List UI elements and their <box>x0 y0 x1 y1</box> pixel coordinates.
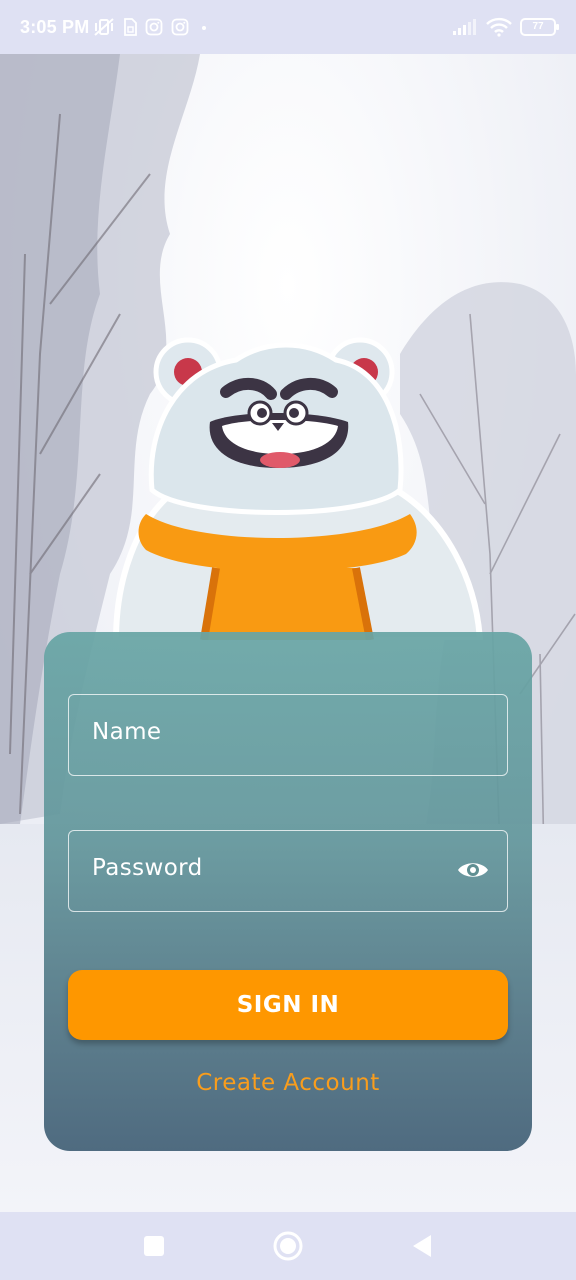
battery-icon: 77 <box>520 18 559 36</box>
battery-level: 77 <box>532 21 544 32</box>
navigation-bar <box>0 1212 576 1280</box>
recents-button[interactable] <box>114 1212 194 1280</box>
mute-vibrate-icon <box>94 18 115 36</box>
triangle-back-icon <box>413 1235 431 1257</box>
eye-icon[interactable] <box>456 857 490 883</box>
instagram-icon <box>146 18 163 36</box>
password-placeholder: Password <box>92 855 203 881</box>
status-bar: 3:05 PM 77 <box>0 0 576 54</box>
create-account-link[interactable]: Create Account <box>44 1070 532 1096</box>
circle-home-icon <box>273 1231 303 1261</box>
sign-in-button[interactable]: SIGN IN <box>68 970 508 1040</box>
polar-bear-mascot <box>112 337 484 640</box>
home-button[interactable] <box>248 1212 328 1280</box>
name-placeholder: Name <box>92 719 162 745</box>
login-card: Name Password SIGN IN Create Account <box>44 632 532 1151</box>
wifi-icon <box>486 17 512 37</box>
password-field[interactable]: Password <box>68 830 508 912</box>
square-recents-icon <box>144 1236 164 1256</box>
dot-icon <box>202 26 207 30</box>
name-field[interactable]: Name <box>68 694 508 776</box>
instagram-icon <box>172 18 189 36</box>
signal-icon <box>453 19 476 35</box>
status-time: 3:05 PM <box>20 16 90 37</box>
back-button[interactable] <box>382 1212 462 1280</box>
sim-icon <box>124 18 138 36</box>
